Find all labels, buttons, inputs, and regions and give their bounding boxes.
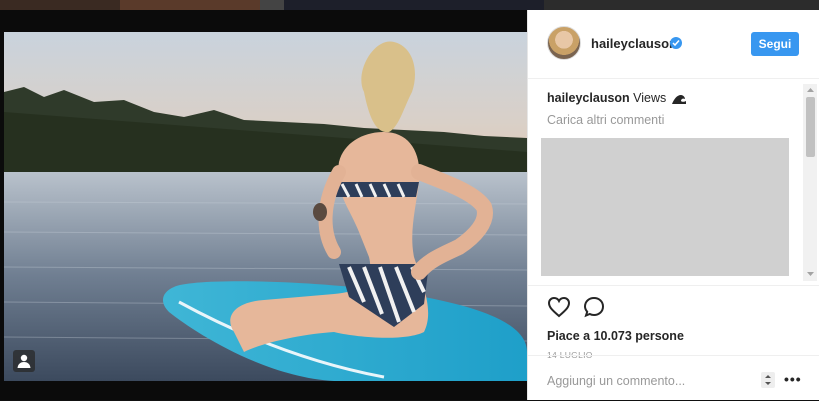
post-photo[interactable]	[4, 32, 527, 381]
likes-count[interactable]: Piace a 10.073 persone	[547, 329, 684, 343]
caption-text: Views	[633, 91, 667, 105]
comment-placeholder-block	[541, 138, 789, 276]
post-panel: haileyclauson Segui haileyclauson Views …	[527, 10, 819, 400]
photo-tag-icon[interactable]	[13, 350, 35, 372]
comment-input[interactable]	[547, 372, 747, 390]
add-comment-bar: •••	[528, 355, 819, 401]
comments-list: haileyclauson Views Carica altri comment…	[528, 79, 819, 284]
follow-button[interactable]: Segui	[751, 32, 799, 56]
caption: haileyclauson Views	[547, 91, 686, 107]
verified-badge-icon	[670, 37, 682, 49]
comment-icon[interactable]	[583, 296, 605, 318]
heart-icon[interactable]	[547, 296, 571, 318]
scrollbar-thumb[interactable]	[806, 97, 815, 157]
avatar[interactable]	[547, 26, 581, 60]
post-username[interactable]: haileyclauson	[591, 36, 677, 51]
scroll-down-icon[interactable]	[806, 270, 815, 278]
wave-icon	[671, 93, 686, 107]
caption-username[interactable]: haileyclauson	[547, 91, 630, 105]
spinner-control-icon[interactable]	[761, 372, 775, 388]
lake-photo	[4, 32, 527, 381]
more-options-icon[interactable]: •••	[784, 371, 802, 387]
background-strip	[0, 0, 819, 10]
scroll-up-icon[interactable]	[806, 86, 815, 94]
post-actions: Piace a 10.073 persone 14 LUGLIO	[528, 285, 819, 360]
load-more-comments-link[interactable]: Carica altri commenti	[547, 113, 664, 127]
post-header: haileyclauson Segui	[528, 10, 819, 79]
